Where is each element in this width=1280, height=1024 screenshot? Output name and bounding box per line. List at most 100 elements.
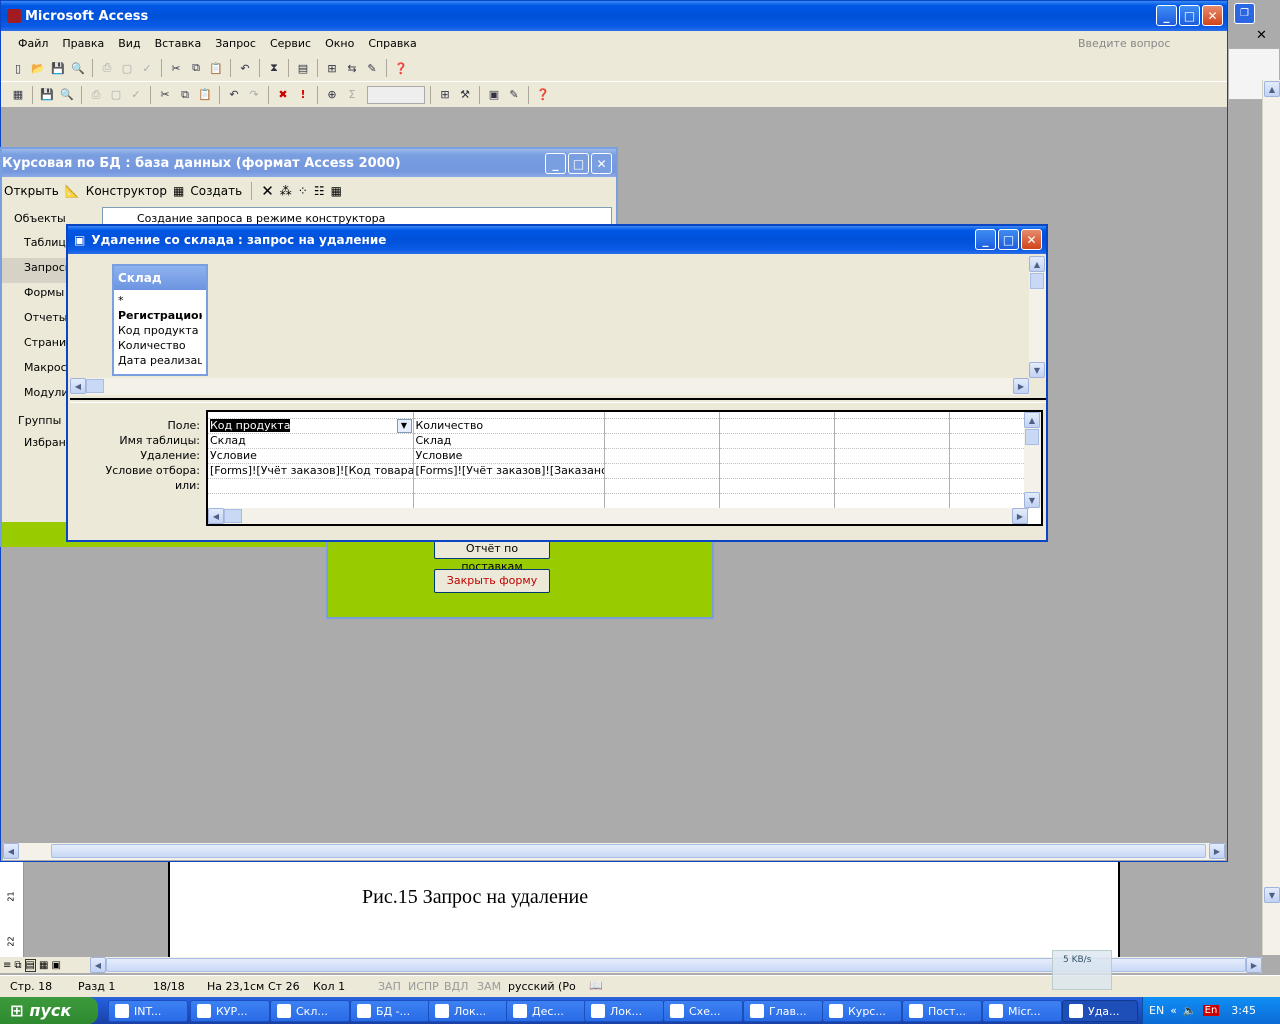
- grid-cell-criteria-2[interactable]: [Forms]![Учёт заказов]![Заказано]: [413, 463, 605, 479]
- close-icon[interactable]: ✕: [1202, 5, 1223, 26]
- small-icons-icon[interactable]: ⁘: [298, 184, 308, 198]
- totals-icon[interactable]: Σ: [343, 86, 361, 104]
- grid-cell-table-1[interactable]: Склад: [208, 433, 414, 449]
- field-item[interactable]: Код продукта: [118, 323, 202, 338]
- list-icon[interactable]: ☷: [314, 184, 325, 198]
- copy-icon[interactable]: ⧉: [176, 86, 194, 104]
- taskbar-item[interactable]: Лок...: [428, 1000, 508, 1022]
- db-create-button[interactable]: Создать: [190, 184, 242, 198]
- language-indicator[interactable]: EN: [1149, 1004, 1164, 1017]
- field-item[interactable]: Регистрационный: [118, 308, 202, 323]
- view-icon[interactable]: ▦: [9, 86, 27, 104]
- menu-view[interactable]: Вид: [111, 37, 147, 50]
- grid-cell-or-2[interactable]: [413, 478, 605, 494]
- print-icon[interactable]: ⎙: [98, 59, 116, 77]
- field-item[interactable]: *: [118, 293, 202, 308]
- close-form-button[interactable]: Закрыть форму: [434, 569, 550, 593]
- search-icon[interactable]: 🔍: [58, 86, 76, 104]
- copy-icon[interactable]: ⧉: [187, 59, 205, 77]
- open-icon[interactable]: 📂: [29, 59, 47, 77]
- database-window-icon[interactable]: ▣: [485, 86, 503, 104]
- db-design-button[interactable]: Конструктор: [86, 184, 167, 198]
- taskbar-item[interactable]: Скл...: [270, 1000, 350, 1022]
- start-button[interactable]: ⊞ пуск: [0, 997, 98, 1024]
- print-icon[interactable]: ⎙: [87, 86, 105, 104]
- paste-icon[interactable]: 📋: [207, 59, 225, 77]
- taskbar-item[interactable]: Курс...: [822, 1000, 902, 1022]
- spelling-icon[interactable]: ✓: [138, 59, 156, 77]
- menu-query[interactable]: Запрос: [208, 37, 263, 50]
- delete-icon[interactable]: ✕: [261, 182, 274, 200]
- new-object-icon[interactable]: ✎: [505, 86, 523, 104]
- preview-icon[interactable]: ▢: [107, 86, 125, 104]
- taskbar-item[interactable]: Пост...: [902, 1000, 982, 1022]
- close-icon[interactable]: ✕: [591, 153, 612, 174]
- grid-cell-delete-2[interactable]: Условие: [413, 448, 605, 464]
- analyze-icon[interactable]: ▤: [294, 59, 312, 77]
- db-open-button[interactable]: Открыть: [4, 184, 59, 198]
- field-item[interactable]: Дата реализации: [118, 353, 202, 368]
- pane-splitter[interactable]: [70, 398, 1046, 403]
- build-icon[interactable]: ⚒: [456, 86, 474, 104]
- field-item[interactable]: Количество: [118, 338, 202, 353]
- list-item-create-design[interactable]: Создание запроса в режиме конструктора: [103, 208, 611, 225]
- taskbar-item-active[interactable]: Уда...: [1062, 1000, 1138, 1022]
- cut-icon[interactable]: ✂: [156, 86, 174, 104]
- grid-hscroll[interactable]: ◀ ▶: [208, 508, 1028, 524]
- menu-window[interactable]: Окно: [318, 37, 361, 50]
- help-icon[interactable]: ❓: [392, 59, 410, 77]
- save-icon[interactable]: 💾: [38, 86, 56, 104]
- top-values-combo[interactable]: [367, 85, 425, 104]
- maximize-icon[interactable]: □: [1179, 5, 1200, 26]
- maximize-icon[interactable]: □: [998, 229, 1019, 250]
- menu-tools[interactable]: Сервис: [263, 37, 318, 50]
- grid-cell-field-1[interactable]: Код продукта ▼: [208, 418, 414, 434]
- spelling-icon[interactable]: ✓: [127, 86, 145, 104]
- grid-cell-criteria-1[interactable]: [Forms]![Учёт заказов]![Код товара]: [208, 463, 414, 479]
- taskbar-item[interactable]: БД -...: [350, 1000, 430, 1022]
- taskbar-item[interactable]: Дес...: [506, 1000, 586, 1022]
- relationships-icon[interactable]: ⇆: [343, 59, 361, 77]
- menu-insert[interactable]: Вставка: [148, 37, 209, 50]
- new-object-icon[interactable]: ✎: [363, 59, 381, 77]
- new-icon[interactable]: ▯: [9, 59, 27, 77]
- paste-icon[interactable]: 📋: [196, 86, 214, 104]
- undo-icon[interactable]: ↶: [225, 86, 243, 104]
- preview-icon[interactable]: ▢: [118, 59, 136, 77]
- taskbar-item[interactable]: Глав...: [743, 1000, 823, 1022]
- close-icon[interactable]: ✕: [1021, 229, 1042, 250]
- dropdown-arrow-icon[interactable]: ▼: [396, 418, 412, 432]
- keyboard-layout-icon[interactable]: En: [1202, 1005, 1220, 1016]
- grid-cell-field-2[interactable]: Количество: [413, 418, 605, 434]
- grid-vscroll[interactable]: ▲ ▼: [1024, 412, 1041, 508]
- word-view-buttons[interactable]: ≡ ⧉ ▤ ▦ ▣: [0, 957, 90, 973]
- minimize-icon[interactable]: _: [975, 229, 996, 250]
- cut-icon[interactable]: ✂: [167, 59, 185, 77]
- volume-icon[interactable]: 🔈: [1183, 1004, 1197, 1017]
- taskbar-item[interactable]: INT...: [108, 1000, 188, 1022]
- table-pane-vscroll[interactable]: ▲ ▼: [1029, 256, 1046, 378]
- save-icon[interactable]: 💾: [49, 59, 67, 77]
- taskbar-item[interactable]: Схе...: [663, 1000, 743, 1022]
- word-scroll-up[interactable]: ▲: [1264, 81, 1280, 97]
- minimize-icon[interactable]: _: [545, 153, 566, 174]
- redo-icon[interactable]: ↷: [245, 86, 263, 104]
- menu-edit[interactable]: Правка: [55, 37, 111, 50]
- large-icons-icon[interactable]: ⁂: [280, 184, 292, 198]
- access-hscroll[interactable]: ◀ ▶: [3, 843, 1225, 860]
- query-type-icon[interactable]: ✖: [274, 86, 292, 104]
- tray-arrow-icon[interactable]: «: [1170, 1004, 1177, 1017]
- undo-icon[interactable]: ↶: [236, 59, 254, 77]
- show-table-icon[interactable]: ⊕: [323, 86, 341, 104]
- properties-icon[interactable]: ⊞: [323, 59, 341, 77]
- taskbar-item[interactable]: КУР...: [190, 1000, 270, 1022]
- properties-icon[interactable]: ⊞: [436, 86, 454, 104]
- grid-cell-or-1[interactable]: [208, 478, 414, 494]
- word-top-restore[interactable]: ❐: [1234, 3, 1255, 24]
- word-scroll-down[interactable]: ▼: [1264, 887, 1280, 903]
- taskbar-item[interactable]: Micr...: [982, 1000, 1062, 1022]
- taskbar-item[interactable]: Лок...: [584, 1000, 664, 1022]
- grid-cell-delete-1[interactable]: Условие: [208, 448, 414, 464]
- maximize-icon[interactable]: □: [568, 153, 589, 174]
- report-supplies-button[interactable]: Отчёт по поставкам: [434, 539, 550, 573]
